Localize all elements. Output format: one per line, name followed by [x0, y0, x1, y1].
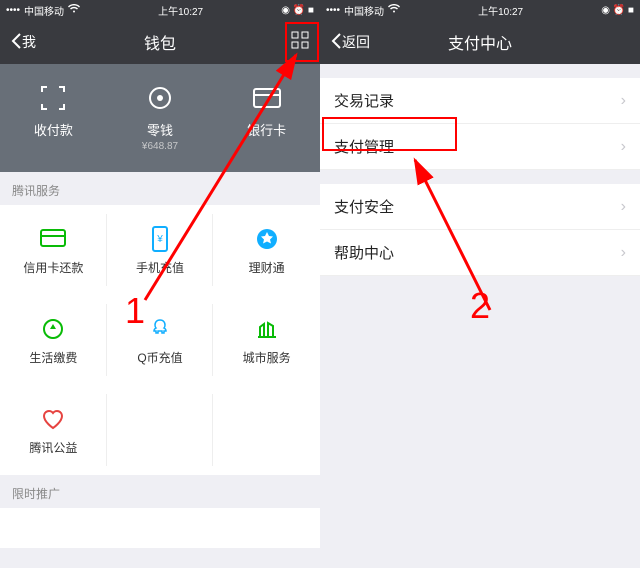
wifi-icon: [388, 4, 400, 16]
back-button[interactable]: 我: [10, 32, 36, 53]
life-payment[interactable]: 生活缴费: [0, 295, 107, 385]
cell-label: 理财通: [249, 259, 285, 276]
item-transactions[interactable]: 交易记录 ›: [320, 78, 640, 124]
lifepay-icon: [41, 315, 65, 343]
chevron-right-icon: ›: [621, 198, 626, 216]
status-bar: •••• 中国移动 上午10:27 ◉ ⏰ ■: [0, 0, 320, 20]
settings-list: 交易记录 › 支付管理 ›: [320, 78, 640, 170]
signal-icon: ••••: [6, 5, 20, 16]
credit-card-icon: [40, 225, 66, 253]
cell-label: Q币充值: [137, 349, 182, 366]
city-icon: [255, 315, 279, 343]
wallet-icon: [107, 82, 214, 114]
cell-label: 城市服务: [243, 349, 291, 366]
phone-topup[interactable]: ¥ 手机充值: [107, 205, 214, 295]
scan-icon: [0, 82, 107, 114]
status-icons: ◉ ⏰ ■: [281, 5, 314, 16]
chevron-right-icon: ›: [621, 244, 626, 262]
pay-receive-label: 收付款: [0, 120, 107, 139]
phone-wallet: •••• 中国移动 上午10:27 ◉ ⏰ ■ 我 钱包: [0, 0, 320, 568]
status-bar: •••• 中国移动 上午10:27 ◉ ⏰ ■: [320, 0, 640, 20]
item-help-center[interactable]: 帮助中心 ›: [320, 230, 640, 276]
signal-icon: ••••: [326, 5, 340, 16]
phone-icon: ¥: [151, 225, 169, 253]
qcoin-icon: [148, 315, 172, 343]
nav-bar: 我 钱包: [0, 20, 320, 64]
licaitong[interactable]: 理财通: [213, 205, 320, 295]
bank-cards[interactable]: 银行卡: [213, 82, 320, 152]
pay-receive[interactable]: 收付款: [0, 82, 107, 152]
balance[interactable]: 零钱 ¥648.87: [107, 82, 214, 152]
item-payment-security[interactable]: 支付安全 ›: [320, 184, 640, 230]
cell-label: 腾讯公益: [29, 439, 77, 456]
page-title: 钱包: [0, 30, 320, 54]
qcoin-topup[interactable]: Q币充值: [107, 295, 214, 385]
back-label: 我: [22, 32, 36, 52]
settings-list-2: 支付安全 › 帮助中心 ›: [320, 184, 640, 276]
back-label: 返回: [342, 32, 370, 52]
chevron-left-icon: [330, 32, 342, 53]
svg-text:¥: ¥: [156, 234, 163, 245]
charity-icon: [40, 405, 66, 433]
wifi-icon: [68, 4, 80, 16]
cell-label: 手机充值: [136, 259, 184, 276]
time-label: 上午10:27: [158, 3, 203, 18]
tencent-charity[interactable]: 腾讯公益: [0, 385, 107, 475]
promo-grid: [0, 508, 320, 548]
bank-cards-label: 银行卡: [213, 120, 320, 139]
credit-card-repay[interactable]: 信用卡还款: [0, 205, 107, 295]
chevron-right-icon: ›: [621, 138, 626, 156]
grid-menu-button[interactable]: [290, 30, 310, 55]
carrier-label: 中国移动: [24, 3, 64, 18]
nav-bar: 返回 支付中心: [320, 20, 640, 64]
carrier-label: 中国移动: [344, 3, 384, 18]
licai-icon: [255, 225, 279, 253]
cell-label: 生活缴费: [29, 349, 77, 366]
chevron-right-icon: ›: [621, 92, 626, 110]
item-payment-manage[interactable]: 支付管理 ›: [320, 124, 640, 170]
section-promo: 限时推广: [0, 475, 320, 508]
balance-label: 零钱: [107, 120, 214, 139]
card-icon: [213, 82, 320, 114]
item-label: 支付管理: [334, 136, 394, 157]
section-tencent-services: 腾讯服务: [0, 172, 320, 205]
item-label: 帮助中心: [334, 242, 394, 263]
services-grid: 信用卡还款 ¥ 手机充值 理财通 生活缴费: [0, 205, 320, 475]
balance-amount: ¥648.87: [107, 141, 214, 152]
back-button[interactable]: 返回: [330, 32, 370, 53]
empty-cell: [213, 385, 320, 475]
cell-label: 信用卡还款: [23, 259, 83, 276]
time-label: 上午10:27: [478, 3, 523, 18]
grid-icon: [290, 30, 310, 55]
city-services[interactable]: 城市服务: [213, 295, 320, 385]
empty-cell: [107, 385, 214, 475]
item-label: 支付安全: [334, 196, 394, 217]
status-icons: ◉ ⏰ ■: [601, 5, 634, 16]
chevron-left-icon: [10, 32, 22, 53]
wallet-panel: 收付款 零钱 ¥648.87 银行卡: [0, 64, 320, 172]
phone-payment-center: •••• 中国移动 上午10:27 ◉ ⏰ ■ 返回 支付中心: [320, 0, 640, 568]
item-label: 交易记录: [334, 90, 394, 111]
